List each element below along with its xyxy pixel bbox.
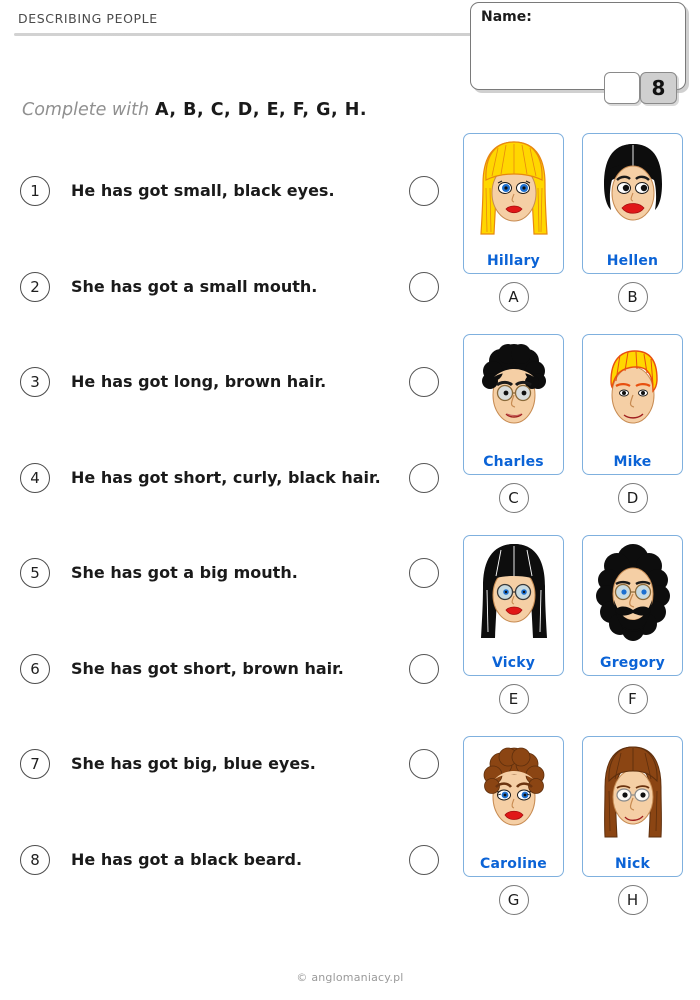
short-black-bob-hair-face-icon — [583, 136, 682, 248]
name-label: Name: — [481, 9, 532, 25]
instruction-lead: Complete with — [22, 100, 150, 120]
score-total-box: 8 — [640, 72, 677, 104]
card-letter-badge: A — [498, 282, 529, 312]
title-divider — [14, 33, 494, 36]
card-cell: Mike D — [582, 334, 683, 513]
card-cell: Vicky E — [463, 535, 564, 714]
answer-circle[interactable] — [409, 176, 439, 206]
question-text: He has got a black beard. — [71, 849, 303, 869]
question-row: 5 She has got a big mouth. — [0, 542, 460, 638]
card-name-label: Caroline — [480, 856, 547, 872]
question-number: 1 — [20, 176, 50, 206]
answer-circle[interactable] — [409, 749, 439, 779]
long-black-hair-glasses-face-icon — [464, 538, 563, 650]
card-row: Hillary A Hellen B — [463, 133, 693, 334]
card-letter-badge: F — [617, 684, 648, 714]
question-row: 4 He has got short, curly, black hair. — [0, 447, 460, 543]
question-text: She has got a small mouth. — [71, 276, 318, 296]
picture-card[interactable]: Mike — [582, 334, 683, 475]
card-letter-badge: H — [617, 885, 648, 915]
card-cell: Caroline G — [463, 736, 564, 915]
card-row: Vicky E Gregory F — [463, 535, 693, 736]
answer-circle[interactable] — [409, 462, 439, 493]
card-name-label: Nick — [615, 856, 650, 872]
card-row: Caroline G Nick H — [463, 736, 693, 937]
question-number: 4 — [20, 462, 50, 493]
picture-card[interactable]: Caroline — [463, 736, 564, 877]
picture-card[interactable]: Vicky — [463, 535, 564, 676]
picture-card[interactable]: Hellen — [582, 133, 683, 274]
answer-circle[interactable] — [409, 271, 439, 302]
card-name-label: Gregory — [600, 655, 665, 671]
card-row: Charles C Mike D — [463, 334, 693, 535]
question-number: 5 — [20, 558, 50, 588]
questions-list: 1 He has got small, black eyes. 2 She ha… — [0, 160, 460, 924]
card-name-label: Vicky — [491, 655, 536, 671]
answer-circle[interactable] — [409, 653, 439, 684]
picture-card[interactable]: Nick — [582, 736, 683, 877]
question-number: 8 — [20, 844, 50, 875]
long-brown-hair-glasses-face-icon — [583, 739, 682, 851]
instruction-letters: A, B, C, D, E, F, G, H. — [155, 100, 368, 120]
question-number: 3 — [20, 367, 50, 397]
curly-black-hair-glasses-face-icon — [464, 337, 563, 449]
question-row: 1 He has got small, black eyes. — [0, 160, 460, 256]
picture-cards-grid: Hillary A Hellen B Charles C Mike D Vick… — [463, 133, 693, 937]
question-row: 2 She has got a small mouth. — [0, 256, 460, 352]
card-letter-badge: G — [498, 885, 529, 915]
question-number: 7 — [20, 749, 50, 779]
page-title: DESCRIBING PEOPLE — [18, 11, 158, 26]
question-row: 6 She has got short, brown hair. — [0, 638, 460, 734]
card-letter-badge: E — [498, 684, 529, 714]
answer-circle[interactable] — [409, 844, 439, 875]
question-number: 2 — [20, 271, 50, 302]
picture-card[interactable]: Charles — [463, 334, 564, 475]
card-letter-badge: C — [498, 483, 529, 513]
card-cell: Nick H — [582, 736, 683, 915]
card-cell: Hillary A — [463, 133, 564, 312]
black-beard-moustache-glasses-face-icon — [583, 538, 682, 650]
question-text: He has got small, black eyes. — [71, 181, 335, 200]
picture-card[interactable]: Hillary — [463, 133, 564, 274]
question-row: 7 She has got big, blue eyes. — [0, 733, 460, 829]
question-row: 3 He has got long, brown hair. — [0, 351, 460, 447]
long-blonde-hair-blue-eyes-face-icon — [464, 136, 563, 248]
short-curly-brown-hair-face-icon — [464, 739, 563, 851]
card-name-label: Charles — [483, 454, 544, 470]
question-text: She has got a big mouth. — [71, 563, 298, 582]
picture-card[interactable]: Gregory — [582, 535, 683, 676]
question-text: She has got short, brown hair. — [71, 658, 344, 678]
card-name-label: Hellen — [606, 253, 659, 269]
instruction-line: Complete with A, B, C, D, E, F, G, H. — [22, 100, 367, 120]
card-letter-badge: B — [617, 282, 648, 312]
card-cell: Charles C — [463, 334, 564, 513]
card-cell: Hellen B — [582, 133, 683, 312]
answer-circle[interactable] — [409, 367, 439, 397]
question-text: She has got big, blue eyes. — [71, 754, 316, 773]
question-text: He has got short, curly, black hair. — [71, 467, 381, 487]
short-blonde-hair-face-icon — [583, 337, 682, 449]
score-input-box[interactable] — [604, 72, 640, 104]
card-name-label: Mike — [613, 454, 652, 470]
card-cell: Gregory F — [582, 535, 683, 714]
footer-copyright: © anglomaniacy.pl — [296, 971, 404, 984]
card-letter-badge: D — [617, 483, 648, 513]
question-text: He has got long, brown hair. — [71, 372, 327, 391]
question-row: 8 He has got a black beard. — [0, 829, 460, 925]
question-number: 6 — [20, 653, 50, 684]
card-name-label: Hillary — [487, 253, 540, 269]
answer-circle[interactable] — [409, 558, 439, 588]
